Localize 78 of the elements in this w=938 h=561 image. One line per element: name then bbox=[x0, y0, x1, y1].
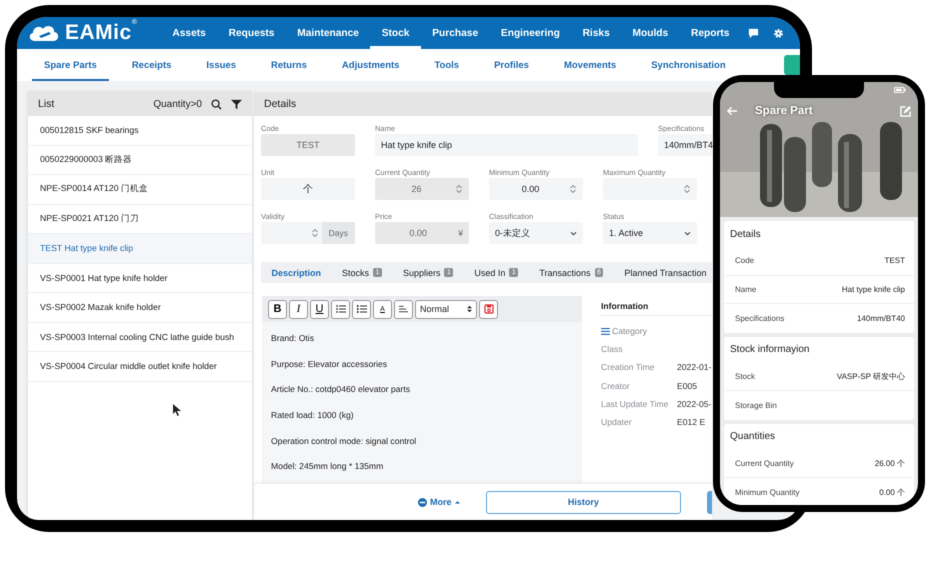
info-label: Creator bbox=[601, 380, 631, 391]
info-label: Last Update Time bbox=[601, 399, 670, 410]
underline-button[interactable]: U bbox=[310, 300, 329, 318]
row-label: Name bbox=[735, 284, 756, 294]
row-value: VASP-SP 研发中心 bbox=[836, 370, 905, 382]
list-item[interactable]: VS-SP0004 Circular middle outlet knife holder bbox=[28, 352, 252, 382]
detail-tab[interactable]: Description bbox=[261, 268, 332, 278]
sub-tab[interactable]: Profiles bbox=[482, 49, 541, 81]
row-value: 140mm/BT40 bbox=[856, 314, 905, 323]
brand-name: EAMic bbox=[65, 21, 132, 45]
sub-tab[interactable]: Receipts bbox=[120, 49, 184, 81]
list-item[interactable]: 0050229000003 断路器 bbox=[28, 146, 252, 175]
description-line: Article No.: cotdp0460 elevator parts bbox=[271, 383, 412, 396]
nav-tab[interactable]: Reports bbox=[680, 17, 741, 49]
screen-title: Spare Part bbox=[755, 105, 813, 117]
input-field[interactable]: 0.00 bbox=[489, 178, 583, 200]
row-label: Storage Bin bbox=[735, 400, 777, 410]
description-line: Brand: Otis bbox=[271, 332, 315, 345]
history-button[interactable]: History bbox=[486, 490, 682, 514]
bold-button[interactable]: B bbox=[268, 300, 287, 318]
list-item[interactable]: NPE-SP0014 AT120 门机盒 bbox=[28, 175, 252, 204]
sub-tab[interactable]: Issues bbox=[194, 49, 248, 81]
info-value: 2022-01- bbox=[677, 362, 712, 372]
detail-tab[interactable]: Planned Transaction bbox=[614, 268, 712, 278]
row-label: Minimum Quantity bbox=[735, 488, 800, 497]
input-field[interactable]: Days bbox=[261, 222, 355, 244]
category-label: Category bbox=[612, 326, 647, 336]
sub-tab[interactable]: Tools bbox=[422, 49, 472, 81]
input-field[interactable]: Hat type knife clip bbox=[375, 134, 638, 156]
sub-tab[interactable]: Returns bbox=[259, 49, 319, 81]
nav-tab[interactable]: Engineering bbox=[490, 17, 572, 49]
info-label: Updater bbox=[601, 417, 633, 428]
info-value: E012 E bbox=[677, 417, 706, 428]
list-item[interactable]: TEST Hat type knife clip bbox=[28, 234, 252, 264]
list-title: List bbox=[38, 98, 54, 110]
details-title: Details bbox=[264, 98, 296, 110]
sub-tab[interactable]: Spare Parts bbox=[32, 49, 109, 81]
input-field[interactable]: 个 bbox=[261, 178, 355, 200]
row-label: Specifications bbox=[735, 314, 784, 323]
list-item[interactable]: VS-SP0003 Internal cooling CNC lathe guide bush bbox=[28, 322, 252, 352]
row-value: 26.00 个 bbox=[874, 458, 905, 469]
information-title: Information bbox=[601, 296, 712, 316]
description-line: Operation control mode: signal control bbox=[271, 434, 418, 448]
section-title: Details bbox=[729, 228, 762, 242]
row-label: Stock bbox=[735, 372, 756, 381]
select-field[interactable]: 1. Active bbox=[603, 222, 697, 244]
row-value: Hat type knife clip bbox=[842, 284, 905, 294]
description-line: Model: 245mm long * 135mm bbox=[271, 460, 384, 474]
nav-tab[interactable]: Requests bbox=[217, 17, 286, 49]
section-title: Stock informayion bbox=[729, 343, 810, 357]
row-value: 0.00 个 bbox=[879, 486, 905, 498]
sub-tab[interactable]: Adjustments bbox=[330, 49, 412, 81]
row-label: Current Quantity bbox=[735, 458, 794, 468]
info-value: 2022-05- bbox=[677, 399, 712, 410]
select-field[interactable]: 0-未定义 bbox=[489, 222, 583, 244]
row-value: TEST bbox=[884, 256, 905, 266]
nav-tab[interactable]: Assets bbox=[161, 17, 218, 49]
nav-tab[interactable]: Maintenance bbox=[286, 17, 370, 49]
row-label: Code bbox=[735, 256, 754, 266]
format-select[interactable]: Normal bbox=[415, 300, 477, 318]
info-label: Class bbox=[601, 344, 624, 354]
italic-button[interactable]: I bbox=[289, 300, 308, 318]
description-line: Purpose: Elevator accessories bbox=[271, 358, 388, 371]
nav-tab[interactable]: Purchase bbox=[420, 17, 490, 49]
more-link[interactable]: More bbox=[418, 497, 460, 507]
nav-tab[interactable]: Moulds bbox=[621, 17, 680, 49]
list-item[interactable]: VS-SP0001 Hat type knife holder bbox=[28, 264, 252, 293]
list-item[interactable]: VS-SP0002 Mazak knife holder bbox=[28, 293, 252, 322]
description-line: Rated load: 1000 (kg) bbox=[271, 408, 355, 422]
input-field[interactable]: 140mm/BT4 bbox=[658, 134, 712, 156]
list-item[interactable]: 005012815 SKF bearings bbox=[28, 116, 252, 146]
sub-tab[interactable]: Synchronisation bbox=[639, 49, 738, 81]
info-label: Creation Time bbox=[601, 362, 656, 372]
filter-label: Quantity>0 bbox=[153, 98, 202, 110]
info-value: E005 bbox=[677, 380, 698, 391]
section-title: Quantities bbox=[729, 430, 776, 444]
sub-tab[interactable]: Movements bbox=[552, 49, 628, 81]
nav-tab[interactable]: Risks bbox=[571, 17, 622, 49]
